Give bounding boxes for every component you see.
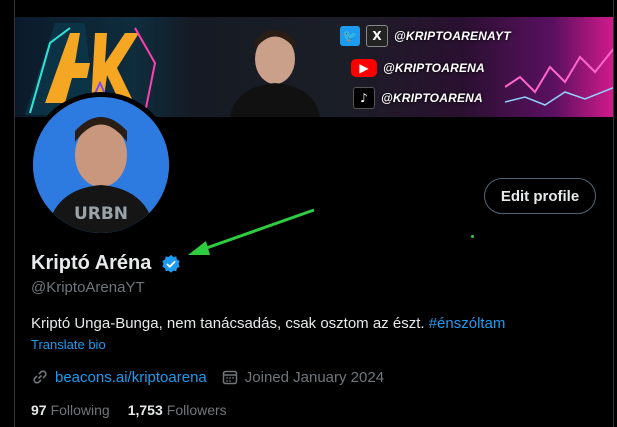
youtube-handle-text: @KRIPTOARENA — [383, 61, 485, 75]
shirt-logo-text: URBN — [74, 204, 128, 224]
social-row-tiktok: ♪ @KRIPTOARENA — [353, 87, 483, 109]
joined-date: Joined January 2024 — [244, 368, 385, 386]
profile-website-link[interactable]: beacons.ai/kriptoarena — [55, 369, 207, 386]
followers-count: 1,753 — [127, 402, 163, 418]
social-row-twitter: 🐦 X @KRIPTOARENAYT — [340, 25, 511, 47]
bio-hashtag-link[interactable]: #énszóltam — [429, 315, 506, 332]
following-label: Following — [50, 402, 110, 418]
verified-badge-icon[interactable] — [161, 254, 181, 274]
twitter-handle-text: @KRIPTOARENAYT — [394, 29, 511, 43]
banner-person-image — [230, 30, 320, 117]
avatar[interactable]: URBN — [33, 97, 169, 233]
annotation-dot — [471, 235, 474, 238]
followers-label: Followers — [166, 402, 227, 418]
translate-bio-link[interactable]: Translate bio — [31, 337, 106, 352]
calendar-icon — [222, 370, 238, 385]
display-name: Kriptó Aréna — [31, 252, 152, 274]
twitter-bird-icon: 🐦 — [340, 26, 360, 46]
bio: Kriptó Unga-Bunga, nem tanácsadás, csak … — [31, 315, 505, 332]
x-logo-icon: X — [366, 25, 388, 47]
avatar-border: URBN — [28, 92, 174, 238]
user-handle: @KriptoArenaYT — [31, 279, 145, 296]
annotation-arrow-icon — [188, 208, 315, 255]
bio-text: Kriptó Unga-Bunga, nem tanácsadás, csak … — [31, 315, 425, 332]
follow-stats: 97 Following 1,753 Followers — [31, 402, 227, 418]
social-row-youtube: ▶ @KRIPTOARENA — [351, 57, 485, 79]
link-icon — [33, 370, 47, 384]
banner-chart-graphic — [505, 47, 613, 106]
edit-profile-button[interactable]: Edit profile — [484, 178, 596, 214]
followers-link[interactable]: 1,753 Followers — [128, 402, 227, 418]
following-link[interactable]: 97 Following — [31, 402, 110, 418]
profile-meta: beacons.ai/kriptoarena Joined January 20… — [31, 367, 384, 387]
tiktok-icon: ♪ — [353, 87, 375, 109]
youtube-icon: ▶ — [351, 59, 377, 77]
column-border-right — [613, 0, 614, 427]
tiktok-handle-text: @KRIPTOARENA — [381, 91, 483, 105]
avatar-image: URBN — [33, 97, 169, 233]
following-count: 97 — [31, 402, 47, 418]
